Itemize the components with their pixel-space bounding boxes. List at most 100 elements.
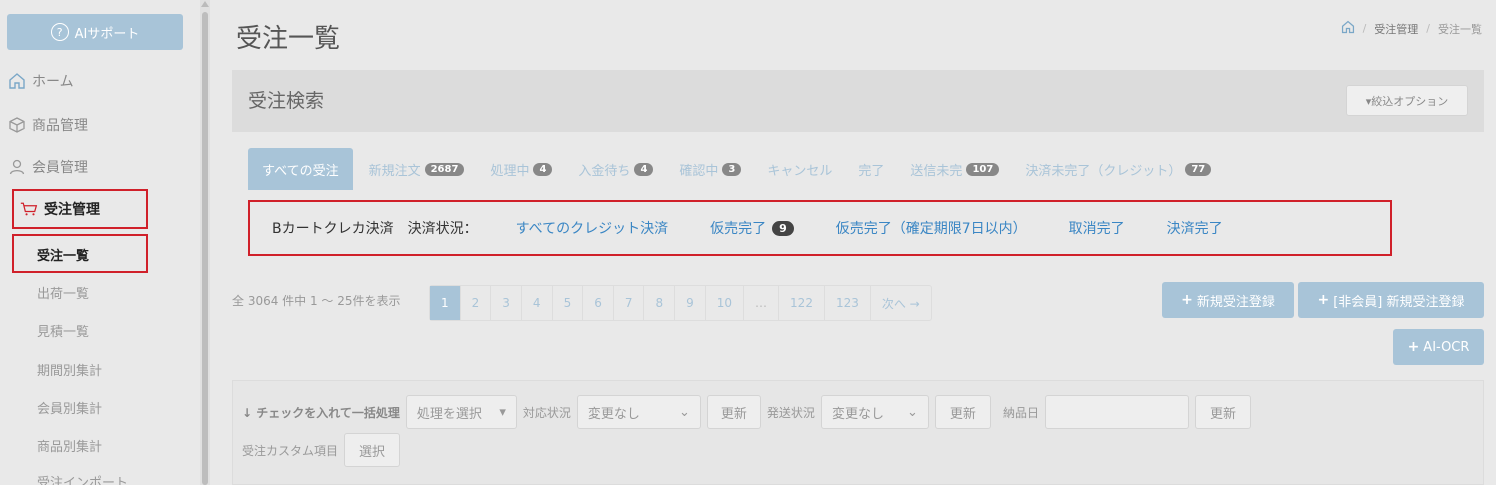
link-label: 仮売完了（確定期限7日以内） [835,221,1027,237]
breadcrumb-separator: / [1362,22,1367,35]
sidebar-item-home[interactable]: ホーム [8,66,74,96]
tab-new-orders[interactable]: 新規注文 2687 [359,148,475,190]
pagination-page[interactable]: 10 [706,286,745,320]
pagination-page[interactable]: 123 [825,286,871,320]
result-count: 全 3064 件中 1 ～ 25件を表示 [232,294,401,308]
bulk-title: ↓ チェックを入れて一括処理 [242,404,400,421]
tab-label: 入金待ち [578,163,631,179]
tab-payment-incomplete[interactable]: 決済未完了（クレジット） 77 [1015,148,1221,190]
tab-badge: 77 [1185,162,1212,176]
breadcrumb-orders[interactable]: 受注管理 [1374,21,1418,37]
button-label: 新規受注登録 [1196,294,1275,310]
tab-completed[interactable]: 完了 [848,148,894,190]
page-title: 受注一覧 [236,24,341,54]
ship-update-button[interactable]: 更新 [934,395,991,429]
credit-link-settled[interactable]: 決済完了 [1167,218,1223,238]
sidebar-item-label: 会員管理 [32,160,88,176]
scroll-thumb[interactable] [202,12,208,485]
ai-ocr-button[interactable]: + AI-OCR [1393,329,1484,365]
credit-link-provisional-7days[interactable]: 仮売完了（確定期限7日以内） [836,218,1027,238]
tab-badge: 2687 [424,162,465,176]
tab-badge: 4 [533,162,553,176]
tab-label: 確認中 [679,163,719,179]
guest-order-button[interactable]: + [非会員] 新規受注登録 [1298,282,1484,318]
status-select[interactable]: 変更なし ⌄ [576,395,701,429]
breadcrumb-order-list: 受注一覧 [1438,22,1482,36]
sidebar: ? AIサポート ホーム 商品管理 会員管理 受注管理 受注一覧 出荷一覧 見積… [0,0,198,485]
pagination-page[interactable]: 3 [491,286,522,320]
tab-confirming[interactable]: 確認中 3 [669,148,751,190]
tab-badge: 107 [966,162,1000,176]
chevron-down-icon: ⌄ [907,404,918,420]
pagination: 1 2 3 4 5 6 7 8 9 10… 122 123 次へ → [429,285,932,321]
tab-badge: 4 [634,162,654,176]
pagination-page[interactable]: 2 [461,286,492,320]
delivery-update-button[interactable]: 更新 [1194,395,1251,429]
sidebar-subitem-order-import[interactable]: 受注インポート [37,472,128,485]
credit-link-cancelled[interactable]: 取消完了 [1069,218,1125,238]
credit-payment-status-box: Bカートクレカ決済 決済状況： すべてのクレジット決済 仮売完了 9 仮売完了（確… [248,200,1392,256]
sidebar-subitem-product-summary[interactable]: 商品別集計 [37,436,102,455]
button-label: AI-OCR [1423,339,1470,355]
new-order-button[interactable]: + 新規受注登録 [1162,282,1294,318]
tab-awaiting-payment[interactable]: 入金待ち 4 [568,148,663,190]
sidebar-item-label: 商品管理 [32,118,88,134]
tab-processing[interactable]: 処理中 4 [480,148,562,190]
credit-link-provisional[interactable]: 仮売完了 9 [710,218,794,238]
pagination-page[interactable]: 8 [644,286,676,320]
tab-all-orders[interactable]: すべての受注 [248,148,353,190]
home-icon[interactable] [1341,20,1355,37]
pagination-page[interactable]: 5 [553,286,584,320]
sidebar-item-products[interactable]: 商品管理 [8,110,88,140]
sidebar-subitem-period-summary[interactable]: 期間別集計 [37,360,102,379]
order-status-tabs: すべての受注 新規注文 2687 処理中 4 入金待ち 4 確認中 3 キャンセル 完了… [248,148,1227,190]
cart-icon [20,200,38,218]
plus-icon: + [1181,292,1193,308]
link-label: すべてのクレジット決済 [515,221,669,237]
scroll-up-icon[interactable] [201,1,209,7]
custom-field-select-button[interactable]: 選択 [344,433,401,467]
credit-link-all[interactable]: すべてのクレジット決済 [516,218,668,238]
bulk-row-1: ↓ チェックを入れて一括処理 処理を選択 ▾ 対応状況 変更なし ⌄ 更新 発送… [242,395,1251,429]
custom-field-label: 受注カスタム項目 [242,443,339,458]
link-label: 決済完了 [1166,221,1223,237]
ai-support-label: AIサポート [74,26,140,42]
box-icon [8,116,26,134]
tab-label: 完了 [858,163,885,179]
help-icon: ? [50,23,69,41]
ship-select[interactable]: 変更なし ⌄ [820,395,929,429]
sidebar-item-orders[interactable]: 受注管理 [20,194,100,224]
sidebar-scrollbar[interactable] [200,0,210,485]
home-icon [8,72,26,90]
tab-badge: 3 [722,162,742,176]
pagination-page[interactable]: 9 [675,286,706,320]
breadcrumb-separator: / [1426,22,1430,35]
filter-option-button[interactable]: ▾絞込オプション [1346,85,1468,116]
status-label: 対応状況 [522,405,571,420]
tab-send-incomplete[interactable]: 送信未完 107 [900,148,1009,190]
button-label: [非会員] 新規受注登録 [1333,294,1465,310]
tab-label: 決済未完了（クレジット） [1025,163,1182,179]
sidebar-subitem-member-summary[interactable]: 会員別集計 [37,398,102,417]
pagination-next[interactable]: 次へ → [871,286,931,320]
sidebar-subitem-quote-list[interactable]: 見積一覧 [37,321,89,340]
status-update-button[interactable]: 更新 [706,395,761,429]
sidebar-item-members[interactable]: 会員管理 [8,152,88,182]
pagination-page[interactable]: 7 [614,286,645,320]
sidebar-item-label: ホーム [32,74,74,90]
pagination-page[interactable]: 6 [583,286,614,320]
plus-icon: + [1407,339,1420,355]
tab-label: 処理中 [490,163,530,179]
process-select-dropdown[interactable]: 処理を選択 ▾ [405,395,517,429]
pagination-page[interactable]: 1 [430,286,461,320]
sidebar-subitem-shipping-list[interactable]: 出荷一覧 [37,283,89,302]
tab-label: 新規注文 [368,163,421,179]
select-value: 変更なし [831,406,884,422]
pagination-page[interactable]: 4 [522,286,553,320]
sidebar-subitem-order-list[interactable]: 受注一覧 [37,245,89,264]
ai-support-button[interactable]: ? AIサポート [7,14,183,50]
tab-cancelled[interactable]: キャンセル [757,148,842,190]
delivery-date-input[interactable] [1044,395,1189,429]
ship-label: 発送状況 [766,405,815,420]
pagination-page[interactable]: 122 [779,286,825,320]
